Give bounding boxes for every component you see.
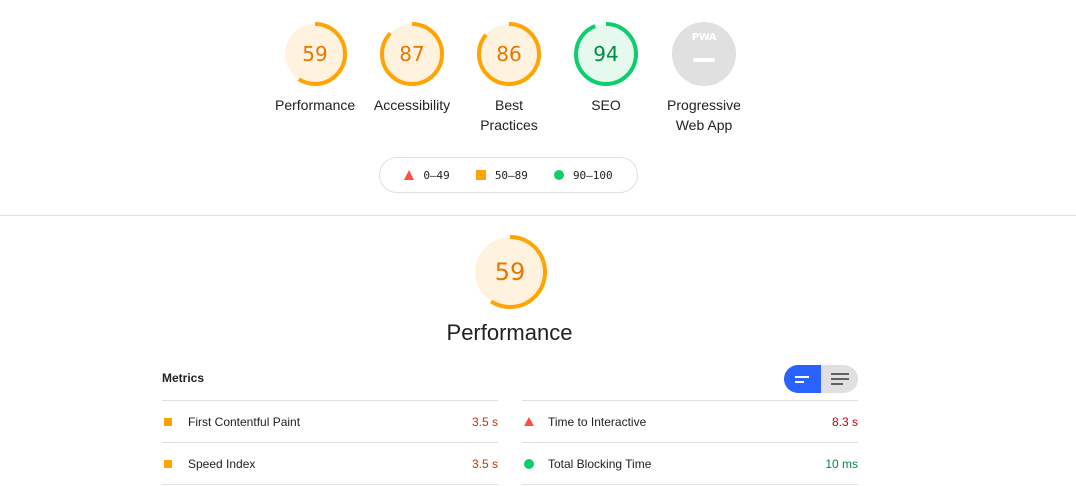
metrics-title: Metrics: [162, 371, 205, 385]
gauge-seo[interactable]: 94 SEO: [566, 21, 646, 115]
circle-pass-icon: [553, 170, 564, 180]
gauge-best-practices-score: 86: [496, 42, 522, 66]
metrics-view-toggle[interactable]: [784, 365, 858, 393]
circle-pass-icon: [524, 458, 534, 469]
gauge-seo-score: 94: [593, 42, 619, 66]
square-average-icon: [164, 417, 172, 426]
gauge-performance[interactable]: 59 Performance: [275, 21, 355, 115]
square-average-icon: [475, 170, 486, 180]
metrics-right-bottom-divider: [522, 484, 858, 485]
section-divider: [0, 215, 1076, 216]
legend-pass-label: 90–100: [572, 168, 613, 182]
metric-value: 10 ms: [825, 456, 858, 471]
legend-pass: 90–100: [553, 168, 613, 182]
metric-value: 8.3 s: [831, 414, 858, 429]
legend-fail: 0–49: [404, 169, 450, 182]
view-collapsed-icon: [794, 376, 809, 383]
triangle-fail-icon: [404, 170, 415, 180]
metric-total-blocking-time: Total Blocking Time 10 ms: [522, 442, 858, 484]
gauge-accessibility-label: Accessibility: [373, 97, 451, 113]
performance-section-gauge: 59: [472, 234, 548, 310]
metric-speed-index: Speed Index 3.5 s: [162, 442, 498, 484]
metrics-left-bottom-divider: [162, 484, 498, 485]
triangle-fail-icon: [524, 417, 534, 426]
gauge-accessibility[interactable]: 87 Accessibility: [372, 21, 452, 115]
metric-name: Total Blocking Time: [548, 456, 652, 471]
metric-first-contentful-paint: First Contentful Paint 3.5 s: [162, 400, 498, 442]
metric-value: 3.5 s: [471, 414, 498, 429]
gauge-performance-label: Performance: [275, 97, 356, 113]
performance-section-score: 59: [494, 258, 526, 286]
legend-average-label: 50–89: [494, 168, 528, 182]
view-expanded-button[interactable]: [821, 365, 858, 393]
gauge-seo-label: SEO: [591, 97, 621, 113]
view-expanded-icon: [830, 373, 849, 385]
pwa-badge-text: PWA: [691, 32, 717, 43]
performance-section-title: Performance: [446, 320, 573, 345]
pwa-badge-icon: [672, 22, 736, 86]
metric-value: 3.5 s: [471, 456, 498, 471]
square-average-icon: [164, 459, 172, 468]
metric-time-to-interactive: Time to Interactive 8.3 s: [522, 400, 858, 442]
metric-name: Time to Interactive: [548, 414, 647, 429]
metric-name: First Contentful Paint: [188, 414, 301, 429]
metrics-column-right: Time to Interactive 8.3 s Total Blocking…: [522, 400, 858, 484]
gauge-best-practices-label: Best Practices: [480, 97, 538, 133]
metric-name: Speed Index: [188, 456, 256, 471]
legend-average: 50–89: [475, 168, 528, 182]
metrics-column-left: First Contentful Paint 3.5 s Speed Index…: [162, 400, 498, 484]
gauge-accessibility-score: 87: [399, 42, 425, 66]
gauge-pwa-label: Progressive Web App: [667, 97, 741, 133]
legend-fail-label: 0–49: [423, 168, 450, 182]
gauge-pwa[interactable]: PWA Progressive Web App: [658, 21, 750, 135]
gauge-best-practices[interactable]: 86 Best Practices: [469, 21, 549, 135]
score-scale-legend: 0–49 50–89 90–100: [379, 157, 638, 193]
gauge-performance-score: 59: [302, 42, 328, 66]
view-collapsed-button[interactable]: [784, 365, 821, 393]
